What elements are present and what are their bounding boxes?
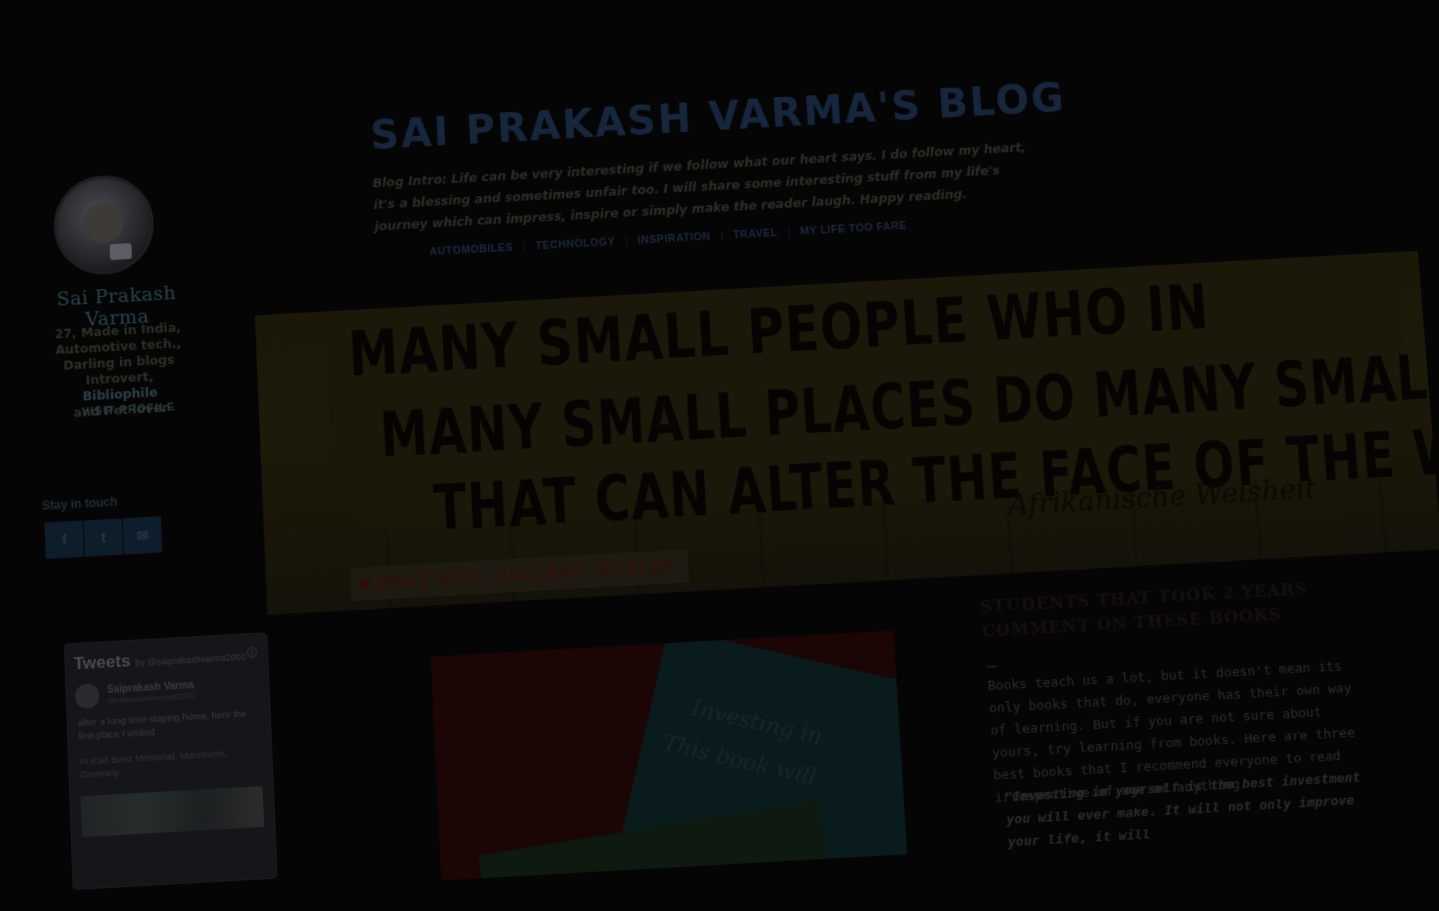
nav-item-inspiration[interactable]: INSPIRATION	[637, 231, 711, 247]
page: Sai Prakash Varma 27, Made in India, Aut…	[0, 0, 1439, 889]
tweets-title: Tweets	[73, 651, 131, 674]
avatar[interactable]	[52, 173, 156, 277]
map-pin-icon	[357, 575, 372, 590]
divider	[986, 665, 997, 668]
tweet-author-text: Saiprakash Varma @saiprakashvarma2000	[107, 680, 195, 705]
stay-in-touch-label: Stay in touch	[41, 494, 118, 513]
twitter-icon[interactable]: t	[83, 518, 124, 557]
nav-item-travel[interactable]: TRAVEL	[733, 227, 778, 241]
nav-separator: |	[787, 226, 791, 239]
post-title[interactable]: STUDENTS THAT TOOK 2 YEARS COMMENT ON TH…	[980, 574, 1365, 644]
nav-item-technology[interactable]: TECHNOLOGY	[535, 236, 615, 252]
nav-item-automobiles[interactable]: AUTOMOBILES	[429, 242, 513, 258]
tweet-image[interactable]	[80, 786, 265, 838]
nav-separator: |	[720, 230, 724, 242]
social-buttons: f t ✉	[44, 516, 164, 559]
tweet-avatar[interactable]	[74, 683, 100, 709]
facebook-icon[interactable]: f	[44, 520, 84, 559]
nav-item-my-life[interactable]: MY LIFE TOO FARE	[800, 220, 907, 238]
hero-banner: MANY SMALL PEOPLE WHO IN MANY SMALL PLAC…	[254, 250, 1439, 616]
avatar-face	[83, 202, 125, 244]
nav-separator: |	[624, 235, 629, 248]
avatar-badge	[109, 243, 132, 261]
nav-separator: |	[522, 240, 526, 253]
email-icon[interactable]: ✉	[122, 516, 163, 555]
tweets-widget[interactable]: Tweets by @saiprakashvarma2000 ⓘ Saiprak…	[64, 633, 277, 889]
info-icon[interactable]: ⓘ	[247, 644, 258, 660]
post-image[interactable]: Investing in This book will	[430, 630, 908, 881]
tweets-by[interactable]: by @saiprakashvarma2000	[135, 652, 246, 668]
